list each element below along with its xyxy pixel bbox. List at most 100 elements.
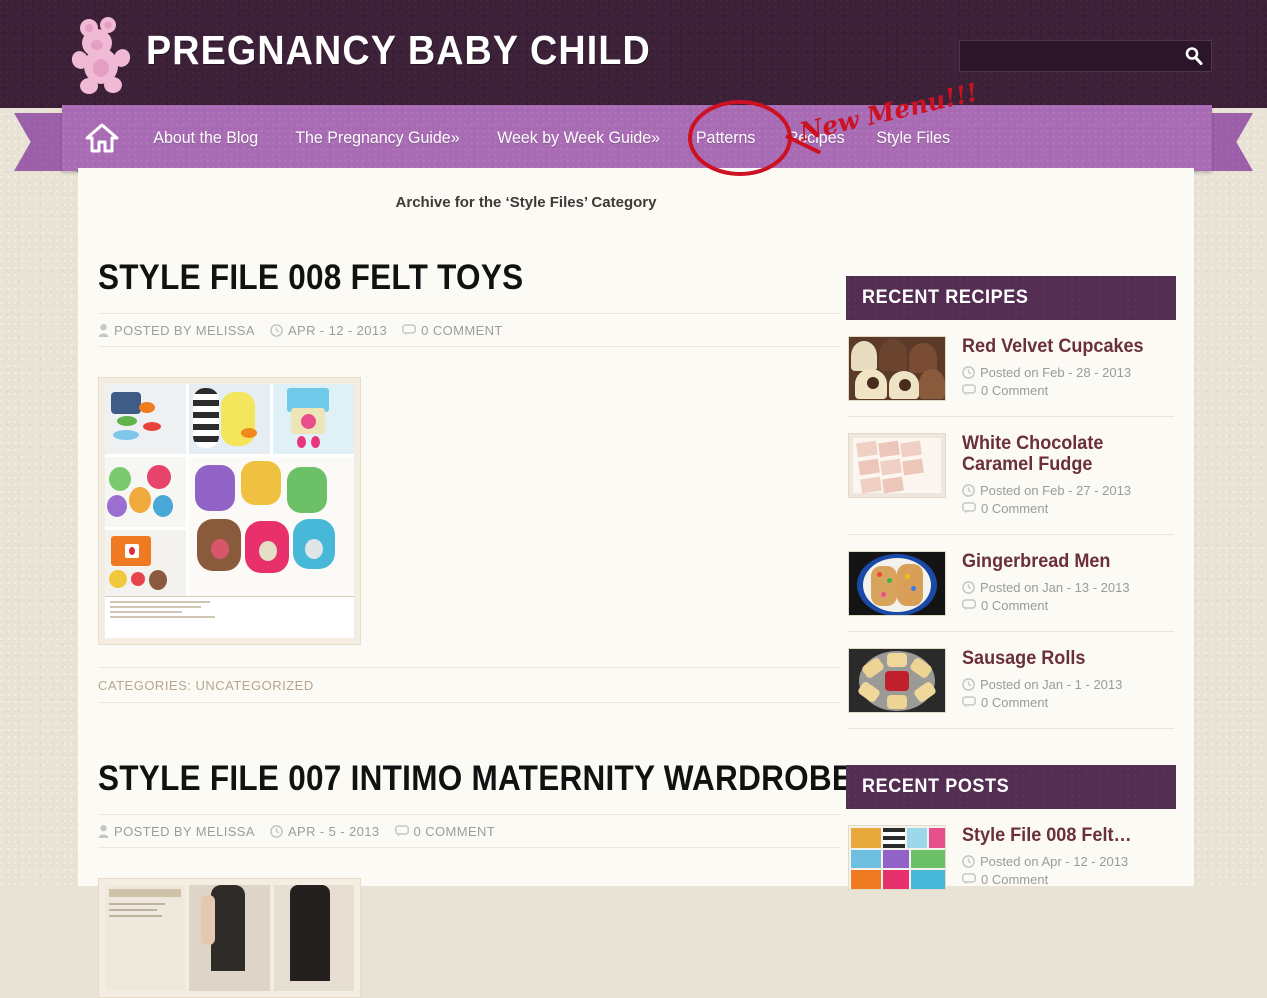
list-item-date-label: Posted on Jan - 13 - 2013 <box>980 579 1130 595</box>
search-button[interactable] <box>1177 41 1211 71</box>
thumbnail <box>848 824 946 890</box>
home-icon <box>85 122 119 154</box>
list-item-date-label: Posted on Feb - 28 - 2013 <box>980 364 1132 380</box>
list-item-date: Posted on Feb - 27 - 2013 <box>962 483 1174 498</box>
collage-cell <box>105 383 186 454</box>
post-date: Apr - 5 - 2013 <box>270 824 380 839</box>
post-image[interactable] <box>98 877 840 998</box>
thumbnail <box>848 647 946 713</box>
list-item-comments: 0 Comment <box>962 872 1174 887</box>
nav-ribbon: About the Blog The Pregnancy Guide» Week… <box>0 105 1267 177</box>
clock-icon <box>962 366 975 379</box>
search-box[interactable] <box>959 40 1212 72</box>
clock-icon <box>270 824 283 838</box>
thumbnail <box>848 336 946 401</box>
list-item-date-label: Posted on Apr - 12 - 2013 <box>980 853 1129 869</box>
collage-grid <box>105 383 354 600</box>
list-item-title[interactable]: Style File 008 Felt… <box>962 825 1163 847</box>
nav-item-patterns[interactable]: Patterns <box>682 128 768 148</box>
collage-cell <box>273 383 354 454</box>
sidebar: Recent Recipes <box>846 276 1176 942</box>
list-item[interactable]: Gingerbread Men Posted on Jan - 13 - 201… <box>848 535 1174 632</box>
widget-title: Recent Recipes <box>862 287 1029 308</box>
list-item-date-label: Posted on Feb - 27 - 2013 <box>980 482 1132 498</box>
main-navigation: About the Blog The Pregnancy Guide» Week… <box>62 105 1212 171</box>
post-author: Posted by Melissa <box>98 824 255 839</box>
post-date: Apr - 12 - 2013 <box>270 323 387 338</box>
comment-icon <box>402 324 417 336</box>
comment-icon <box>962 384 976 396</box>
felt-toys-collage-image <box>98 376 361 645</box>
maternity-cell <box>189 884 270 991</box>
search-input[interactable] <box>960 42 1177 70</box>
comment-icon <box>962 599 976 611</box>
list-item[interactable]: Sausage Rolls Posted on Jan - 1 - 2013 0… <box>848 632 1174 729</box>
collage-cell <box>189 456 354 600</box>
nav-item-the-pregnancy-guide[interactable]: The Pregnancy Guide» <box>282 128 473 148</box>
widget-items: Red Velvet Cupcakes Posted on Feb - 28 -… <box>846 320 1176 729</box>
list-item-comments: 0 Comment <box>962 383 1174 398</box>
list-item-body: Style File 008 Felt… Posted on Apr - 12 … <box>962 825 1174 890</box>
list-item-date: Posted on Jan - 1 - 2013 <box>962 677 1174 692</box>
list-item[interactable]: Red Velvet Cupcakes Posted on Feb - 28 -… <box>848 320 1174 417</box>
clock-icon <box>270 323 283 337</box>
post-title[interactable]: Style File 008 Felt Toys <box>98 259 766 297</box>
list-item[interactable]: White Chocolate Caramel Fudge Posted on … <box>848 417 1174 535</box>
site-title: Pregnancy Baby Child <box>146 27 651 73</box>
thumbnail <box>848 550 946 616</box>
post-list: Style File 008 Felt Toys Posted by Melis… <box>98 259 853 998</box>
post-date-label: Apr - 5 - 2013 <box>287 823 380 839</box>
widget-recent-recipes: Recent Recipes <box>846 276 1176 729</box>
list-item-title[interactable]: Sausage Rolls <box>962 648 1163 670</box>
list-item-body: White Chocolate Caramel Fudge Posted on … <box>962 433 1174 519</box>
post-meta: Posted by Melissa Apr - 12 - 2013 <box>98 312 840 347</box>
nav-item-home[interactable] <box>82 118 122 158</box>
comment-icon <box>394 825 409 837</box>
thumbnail <box>848 433 946 498</box>
list-item-body: Sausage Rolls Posted on Jan - 1 - 2013 0… <box>962 648 1174 713</box>
collage-caption <box>105 595 354 638</box>
header-inner: Pregnancy Baby Child <box>62 0 1212 108</box>
user-icon <box>98 323 109 337</box>
maternity-cell <box>273 884 354 991</box>
list-item-comments-label: 0 Comment <box>981 500 1049 516</box>
list-item-comments-label: 0 Comment <box>981 871 1049 887</box>
list-item-body: Gingerbread Men Posted on Jan - 13 - 201… <box>962 551 1174 616</box>
list-item-date-label: Posted on Jan - 1 - 2013 <box>980 676 1123 692</box>
post-comments: 0 Comment <box>394 823 496 839</box>
list-item-comments: 0 Comment <box>962 695 1174 710</box>
nav-item-week-by-week-guide[interactable]: Week by Week Guide» <box>484 128 673 148</box>
list-item-title[interactable]: Red Velvet Cupcakes <box>962 336 1163 358</box>
post-item: Style File 007 Intimo Maternity Wardrobe… <box>98 760 853 998</box>
user-icon <box>98 824 109 838</box>
list-item-comments-label: 0 Comment <box>981 694 1049 710</box>
maternity-wardrobe-image <box>98 877 361 998</box>
collage-cell <box>105 456 186 527</box>
post-comments-label: 0 Comment <box>413 823 496 839</box>
post-author-label: Posted by Melissa <box>114 823 255 839</box>
nav-item-style-files[interactable]: Style Files <box>864 128 964 148</box>
search-icon <box>1184 46 1204 66</box>
post-comments-label: 0 Comment <box>421 322 503 338</box>
post-title[interactable]: Style File 007 Intimo Maternity Wardrobe <box>98 760 853 798</box>
post-author: Posted by Melissa <box>98 323 255 338</box>
list-item-title[interactable]: White Chocolate Caramel Fudge <box>962 433 1163 476</box>
widget-recent-posts: Recent Posts <box>846 764 1176 906</box>
clock-icon <box>962 580 975 594</box>
post-image[interactable] <box>98 376 840 645</box>
widget-items: Style File 008 Felt… Posted on Apr - 12 … <box>846 809 1176 906</box>
post-meta: Posted by Melissa Apr - 5 - 2013 <box>98 813 840 848</box>
clock-icon <box>962 677 975 691</box>
list-item-date: Posted on Apr - 12 - 2013 <box>962 854 1174 869</box>
list-item-title[interactable]: Gingerbread Men <box>962 551 1163 573</box>
page-root: Pregnancy Baby Child <box>0 0 1267 998</box>
post-item: Style File 008 Felt Toys Posted by Melis… <box>98 259 840 703</box>
post-date-label: Apr - 12 - 2013 <box>287 322 388 338</box>
list-item[interactable]: Style File 008 Felt… Posted on Apr - 12 … <box>848 809 1174 906</box>
post-author-label: Posted by Melissa <box>114 322 255 338</box>
comment-icon <box>962 502 976 514</box>
comment-icon <box>962 696 976 708</box>
nav-item-about-the-blog[interactable]: About the Blog <box>140 128 271 148</box>
post-categories[interactable]: Categories: Uncategorized <box>98 666 840 703</box>
teddy-bear-icon <box>70 16 138 96</box>
